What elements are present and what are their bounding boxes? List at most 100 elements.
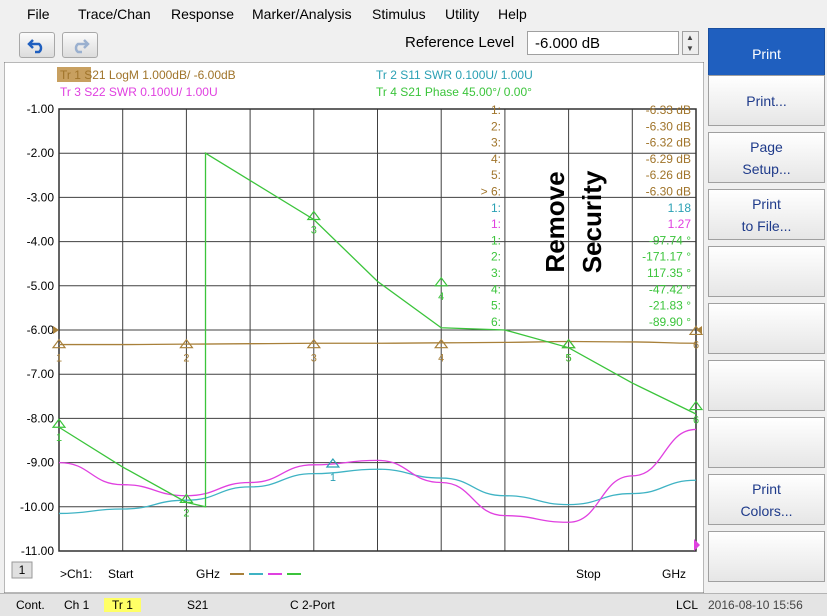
softkey-blank-6[interactable] bbox=[708, 303, 825, 354]
y-tick-label: -4.00 bbox=[27, 235, 55, 249]
spin-up-icon: ▲ bbox=[686, 33, 694, 42]
status-trace[interactable]: Tr 1 bbox=[104, 598, 141, 612]
toolbar: Reference Level -6.000 dB ▲ ▼ bbox=[0, 28, 706, 62]
chart-background bbox=[3, 61, 705, 594]
menu-utility[interactable]: Utility bbox=[445, 6, 479, 22]
status-parameter: S21 bbox=[187, 598, 209, 612]
y-tick-label: -1.00 bbox=[27, 102, 55, 116]
status-lcl: LCL bbox=[676, 598, 699, 612]
footer-unit-left: GHz bbox=[196, 567, 220, 581]
redo-button[interactable] bbox=[62, 32, 98, 58]
marker-label: 4 bbox=[438, 353, 444, 365]
marker-table-id: 2: bbox=[491, 250, 501, 264]
trace-title-2: Tr 2 S11 SWR 0.100U/ 1.00U bbox=[376, 68, 533, 82]
marker-table-value: -89.90 ° bbox=[649, 315, 691, 329]
spin-down-icon: ▼ bbox=[686, 44, 694, 53]
y-tick-label: -6.00 bbox=[27, 323, 55, 337]
trace-chart[interactable]: Tr 1 S21 LogM 1.000dB/ -6.00dB Tr 2 S11 S… bbox=[3, 61, 705, 594]
menu-file[interactable]: File bbox=[27, 6, 50, 22]
softkey-print-dialog[interactable]: Print... bbox=[708, 75, 825, 126]
softkey-print-to-file[interactable]: Print to File... bbox=[708, 189, 825, 240]
marker-label: 1 bbox=[56, 432, 62, 444]
softkey-page-setup[interactable]: Page Setup... bbox=[708, 132, 825, 183]
status-datetime: 2016-08-10 15:56 bbox=[708, 598, 803, 612]
marker-label: 6 bbox=[693, 339, 699, 351]
trace-title-4: Tr 4 S21 Phase 45.00°/ 0.00° bbox=[376, 85, 532, 99]
status-cont[interactable]: Cont. bbox=[16, 598, 45, 612]
footer-start: Start bbox=[108, 567, 134, 581]
y-tick-label: -2.00 bbox=[27, 146, 55, 160]
menu-stimulus[interactable]: Stimulus bbox=[372, 6, 426, 22]
marker-table-value: 117.35 ° bbox=[647, 266, 691, 280]
channel-badge-number: 1 bbox=[19, 563, 26, 577]
footer-channel: >Ch1: bbox=[60, 567, 92, 581]
softkey-print[interactable]: Print bbox=[708, 28, 825, 79]
y-tick-label: -5.00 bbox=[27, 279, 55, 293]
marker-table-id: 1: bbox=[491, 201, 501, 215]
softkey-panel: Print Print... Page Setup... Print to Fi… bbox=[706, 28, 827, 593]
undo-icon bbox=[27, 39, 43, 54]
redo-icon bbox=[74, 39, 90, 54]
y-tick-label: -8.00 bbox=[27, 411, 55, 425]
softkey-blank-10[interactable] bbox=[708, 531, 825, 582]
footer-unit-right: GHz bbox=[662, 567, 686, 581]
status-bar: Cont. Ch 1 Tr 1 S21 C 2-Port LCL 2016-08… bbox=[0, 593, 827, 616]
marker-table-id: 1: bbox=[491, 233, 501, 247]
y-tick-label: -7.00 bbox=[27, 367, 55, 381]
marker-label: 1 bbox=[56, 353, 62, 365]
marker-table-id: 5: bbox=[491, 168, 501, 182]
marker-label: 3 bbox=[311, 353, 317, 365]
menu-trace-chan[interactable]: Trace/Chan bbox=[78, 6, 151, 22]
overlay-text-security: Security bbox=[577, 170, 607, 273]
marker-table-id: 6: bbox=[491, 315, 501, 329]
marker-table-id: 4: bbox=[491, 282, 501, 296]
marker-label: 2 bbox=[183, 353, 189, 365]
overlay-text-remove: Remove bbox=[540, 171, 570, 272]
trace-title-1: Tr 1 S21 LogM 1.000dB/ -6.00dB bbox=[60, 68, 236, 82]
menu-help[interactable]: Help bbox=[498, 6, 527, 22]
reference-level-input[interactable]: -6.000 dB bbox=[527, 31, 679, 55]
y-tick-label: -11.00 bbox=[21, 544, 54, 558]
marker-table-value: -6.32 dB bbox=[646, 136, 691, 150]
softkey-blank-7[interactable] bbox=[708, 360, 825, 411]
marker-table-value: -6.29 dB bbox=[646, 152, 691, 166]
marker-table-value: -171.17 ° bbox=[642, 250, 691, 264]
marker-table-value: 1.27 bbox=[668, 217, 692, 231]
marker-table-id: 5: bbox=[491, 299, 501, 313]
marker-label: 5 bbox=[566, 353, 572, 365]
softkey-blank-5[interactable] bbox=[708, 246, 825, 297]
marker-table-value: -6.30 dB bbox=[646, 119, 691, 133]
marker-label: 1 bbox=[330, 472, 336, 484]
menu-bar: File Trace/Chan Response Marker/Analysis… bbox=[0, 0, 827, 28]
marker-table-value: -6.33 dB bbox=[646, 103, 691, 117]
y-tick-label: -10.00 bbox=[20, 500, 54, 514]
status-channel[interactable]: Ch 1 bbox=[64, 598, 89, 612]
y-tick-label: -3.00 bbox=[27, 190, 55, 204]
marker-table-id: 1: bbox=[491, 217, 501, 231]
status-port: C 2-Port bbox=[290, 598, 335, 612]
reference-level-label: Reference Level bbox=[405, 34, 515, 51]
marker-label: 2 bbox=[183, 507, 189, 519]
marker-table-id: 1: bbox=[491, 103, 501, 117]
menu-response[interactable]: Response bbox=[171, 6, 234, 22]
softkey-blank-8[interactable] bbox=[708, 417, 825, 468]
menu-marker-analysis[interactable]: Marker/Analysis bbox=[252, 6, 352, 22]
marker-table-id: 3: bbox=[491, 136, 501, 150]
marker-table-id: > 6: bbox=[481, 185, 501, 199]
marker-label: 4 bbox=[438, 291, 444, 303]
marker-table-id: 4: bbox=[491, 152, 501, 166]
marker-table-id: 2: bbox=[491, 119, 501, 133]
undo-button[interactable] bbox=[19, 32, 55, 58]
marker-table-value: -21.83 ° bbox=[649, 299, 691, 313]
reference-level-spinner[interactable]: ▲ ▼ bbox=[682, 31, 699, 55]
marker-table-value: -6.30 dB bbox=[646, 185, 691, 199]
marker-table-value: -6.26 dB bbox=[646, 168, 691, 182]
chart-panel: Tr 1 S21 LogM 1.000dB/ -6.00dB Tr 2 S11 S… bbox=[3, 61, 705, 594]
marker-label: 6 bbox=[693, 415, 699, 427]
marker-table-value: -47.42 ° bbox=[649, 282, 691, 296]
marker-table-value: 1.18 bbox=[668, 201, 692, 215]
marker-label: 3 bbox=[311, 225, 317, 237]
marker-table-value: -97.74 ° bbox=[649, 233, 691, 247]
softkey-print-colors[interactable]: Print Colors... bbox=[708, 474, 825, 525]
footer-stop: Stop bbox=[576, 567, 601, 581]
